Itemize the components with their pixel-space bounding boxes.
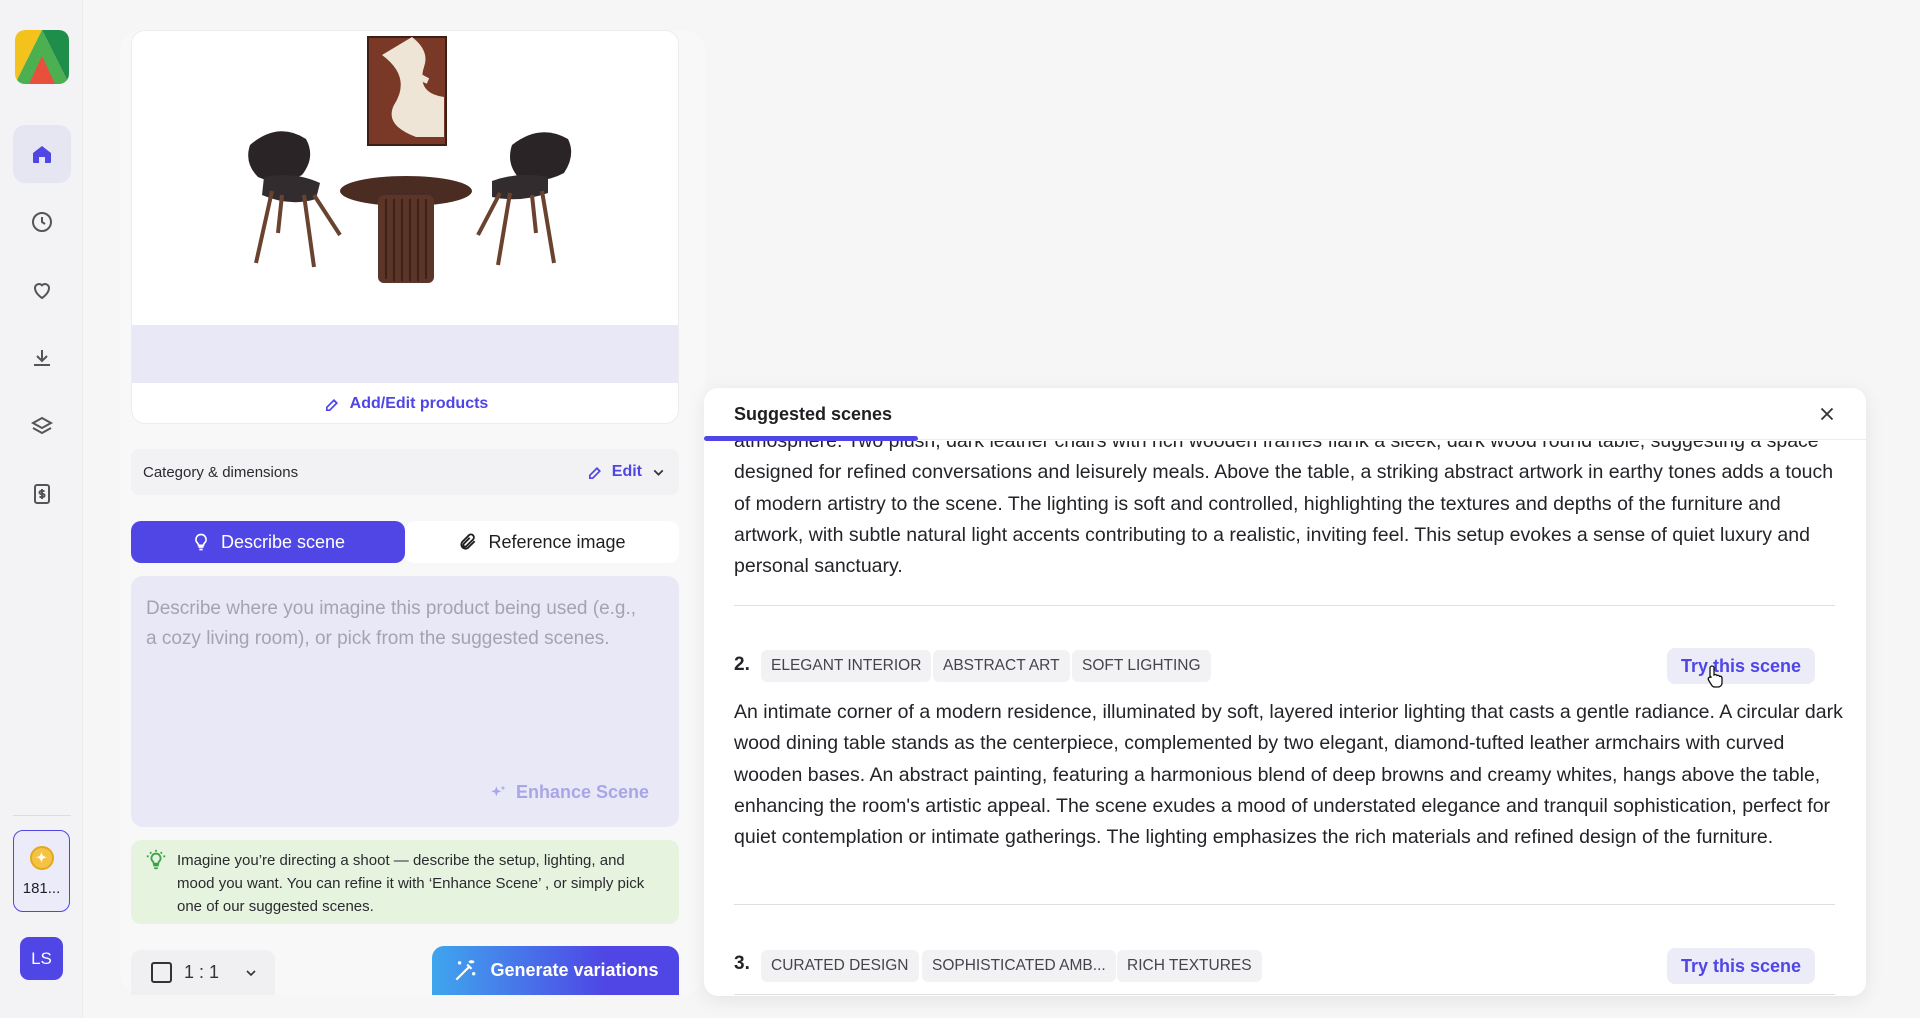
generate-variations-label: Generate variations xyxy=(490,960,659,980)
aspect-ratio-select[interactable]: 1 : 1 xyxy=(131,950,275,995)
sparkle-icon xyxy=(491,785,506,796)
scene-3-tag: RICH TEXTURES xyxy=(1117,950,1262,982)
paperclip-icon xyxy=(460,533,476,550)
nav-layers[interactable] xyxy=(13,397,71,455)
scene-2-tag: ABSTRACT ART xyxy=(933,650,1070,682)
scene-2-number: 2. xyxy=(734,654,750,675)
nav-downloads[interactable] xyxy=(13,329,71,387)
scene-separator xyxy=(734,605,1835,606)
scene-description-input[interactable]: Describe where you imagine this product … xyxy=(131,576,679,827)
enhance-scene-label: Enhance Scene xyxy=(515,782,649,802)
chevron-down-icon xyxy=(653,469,664,476)
scene-3-tag: CURATED DESIGN xyxy=(761,950,919,982)
add-edit-label: Add/Edit products xyxy=(349,395,489,412)
scene-1-description: atmosphere. Two plush, dark leather chai… xyxy=(734,441,1834,578)
edit-icon xyxy=(588,466,601,479)
scene-2-tag: ELEGANT INTERIOR xyxy=(761,650,932,682)
home-icon xyxy=(33,146,51,163)
sidebar-divider xyxy=(13,815,71,816)
credits-count: 181... xyxy=(22,879,61,897)
clock-icon xyxy=(32,212,52,232)
modal-header: Suggested scenes xyxy=(704,388,1866,441)
square-ratio-icon xyxy=(151,962,172,983)
scene-description-placeholder: Describe where you imagine this product … xyxy=(146,598,637,649)
tab-describe-scene[interactable]: Describe scene xyxy=(131,521,405,563)
app-logo[interactable] xyxy=(15,30,69,84)
logo-icon xyxy=(15,30,69,84)
heart-icon xyxy=(33,283,51,300)
lightbulb-icon xyxy=(146,849,166,870)
tip-text: Imagine you’re directing a shoot — descr… xyxy=(177,852,645,915)
scene-mode-tabs: Describe scene Reference image xyxy=(131,521,679,563)
tab-reference-image[interactable]: Reference image xyxy=(405,521,679,563)
category-label: Category & dimensions xyxy=(143,463,299,481)
magic-wand-icon xyxy=(456,959,476,980)
generate-variations-button[interactable]: Generate variations xyxy=(432,946,679,995)
lightbulb-icon xyxy=(195,533,207,551)
enhance-scene-button[interactable]: Enhance Scene xyxy=(488,782,649,803)
category-edit-button[interactable]: Edit xyxy=(587,463,667,481)
coin-icon: ✦ xyxy=(29,845,54,870)
chevron-down-icon xyxy=(246,969,256,976)
product-image xyxy=(248,36,572,283)
edit-icon xyxy=(325,398,338,411)
hand-cursor-icon xyxy=(1707,665,1723,688)
nav-home[interactable] xyxy=(13,125,71,183)
aspect-ratio-value: 1 : 1 xyxy=(184,962,220,982)
tab-reference-label: Reference image xyxy=(488,531,626,552)
modal-title: Suggested scenes xyxy=(734,404,893,424)
layers-icon xyxy=(30,416,54,435)
credits-badge[interactable]: ✦ 181... xyxy=(13,830,70,912)
avatar[interactable]: LS xyxy=(20,937,63,980)
scene-2-description: An intimate corner of a modern residence… xyxy=(734,701,1843,849)
tip-box: Imagine you’re directing a shoot — descr… xyxy=(131,840,679,924)
download-icon xyxy=(34,350,50,366)
scene-3-try-button[interactable]: Try this scene xyxy=(1667,948,1815,984)
scene-2-tag: SOFT LIGHTING xyxy=(1072,650,1211,682)
tab-describe-label: Describe scene xyxy=(220,531,346,552)
close-icon[interactable] xyxy=(1816,403,1838,425)
add-edit-products-button[interactable]: Add/Edit products xyxy=(132,383,678,423)
product-preview xyxy=(132,31,678,325)
category-dimensions-row: Category & dimensions Edit xyxy=(131,449,679,495)
product-card: Add/Edit products xyxy=(131,30,679,424)
category-edit-label: Edit xyxy=(611,463,642,480)
scene-3-tag: SOPHISTICATED AMB... xyxy=(922,950,1116,982)
nav-history[interactable] xyxy=(13,193,71,251)
product-thumbnail-strip xyxy=(132,325,678,383)
scene-3-number: 3. xyxy=(734,953,750,974)
receipt-icon xyxy=(34,484,50,504)
sidebar: ✦ 181... LS xyxy=(0,0,83,1018)
scene-2-try-button[interactable]: Try this scene xyxy=(1667,648,1815,684)
nav-favorites[interactable] xyxy=(13,261,71,319)
scene-separator xyxy=(734,904,1835,905)
nav-billing[interactable] xyxy=(13,465,71,523)
